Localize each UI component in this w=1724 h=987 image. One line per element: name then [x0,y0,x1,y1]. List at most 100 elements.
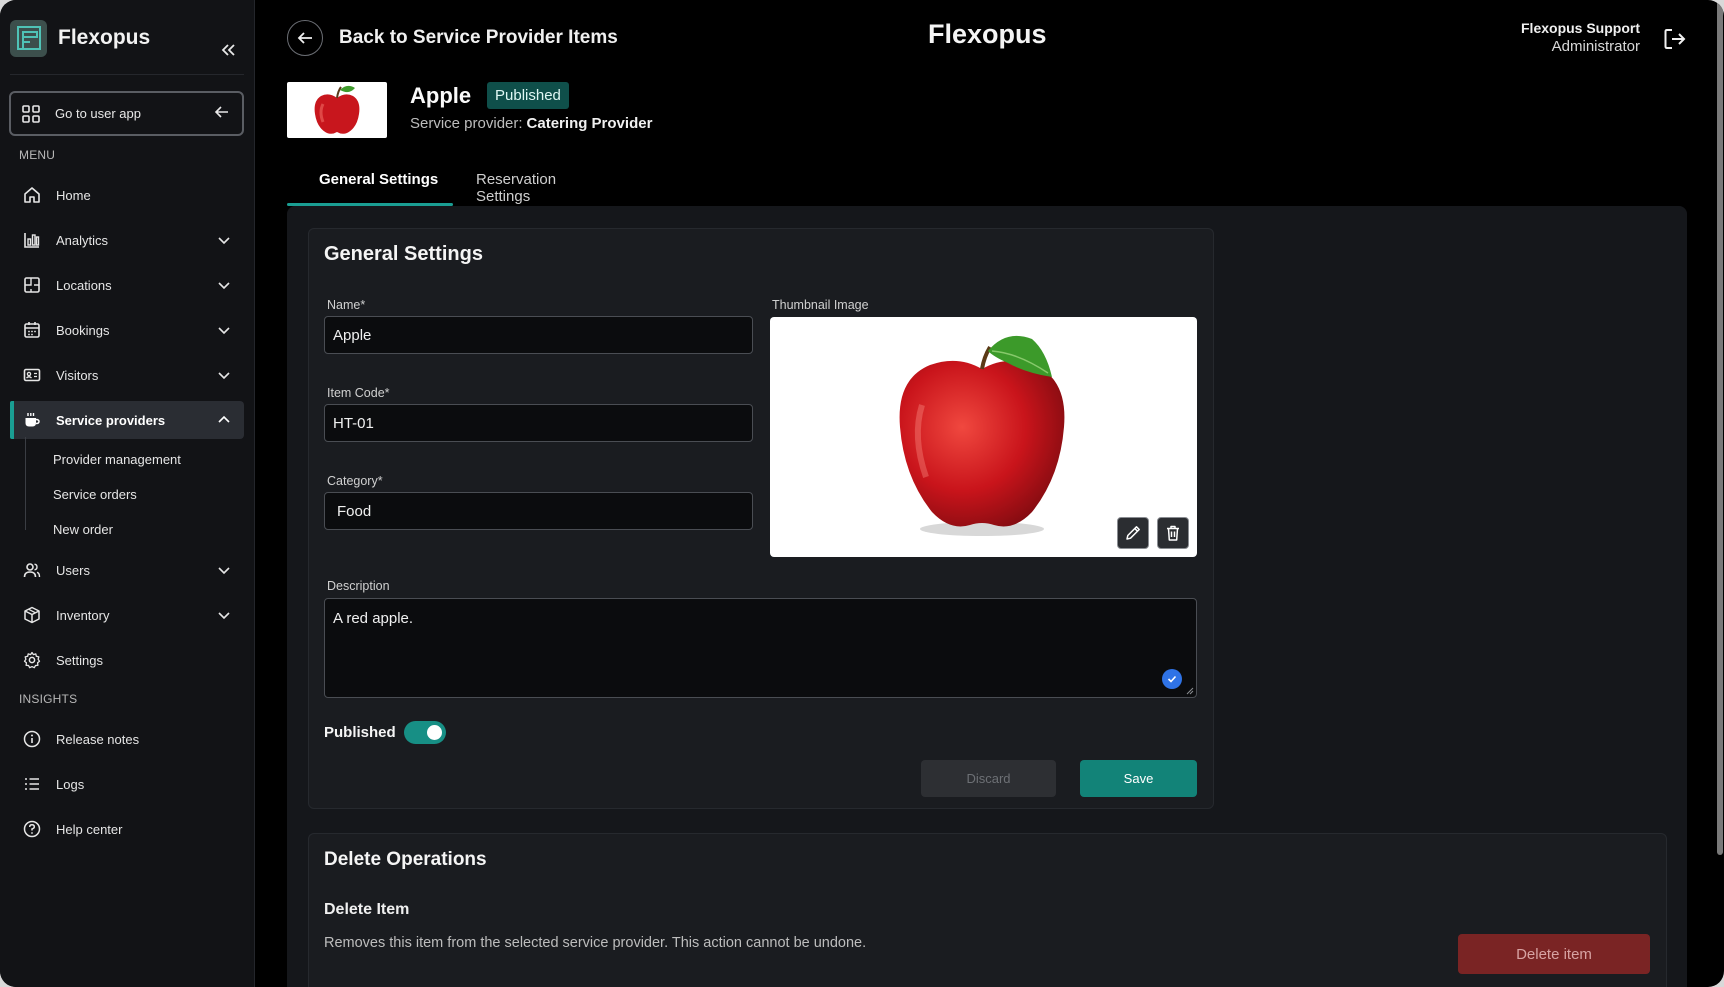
name-label: Name* [327,298,366,312]
back-to-items-link[interactable]: Back to Service Provider Items [339,27,618,49]
chevron-down-icon [216,607,232,628]
pencil-icon [1126,526,1140,540]
id-card-icon [22,365,42,385]
item-code-value: HT-01 [333,414,374,432]
sidebar-item-label: Locations [56,277,112,293]
delete-operations-title: Delete Operations [324,849,487,870]
flexopus-logo-icon [10,19,47,57]
sidebar-item-service-providers[interactable]: Service providers [10,401,244,439]
trash-icon [1167,525,1179,541]
edit-thumbnail-button[interactable] [1117,517,1149,549]
insights-section-label: INSIGHTS [19,692,78,706]
discard-button[interactable]: Discard [921,760,1056,797]
home-icon [22,185,42,205]
grid-icon [21,104,41,124]
sidebar-item-label: Settings [56,652,103,668]
chevron-up-icon [216,412,232,433]
back-button[interactable] [287,20,323,56]
chevron-down-icon [216,277,232,298]
delete-item-subtitle: Delete Item [324,901,410,918]
calendar-icon [22,320,42,340]
sidebar-item-label: Inventory [56,607,110,623]
list-icon [22,774,42,794]
provider-label: Service provider: [410,115,523,132]
brand[interactable]: Flexopus [10,19,151,57]
logout-button[interactable] [1662,26,1688,52]
checkmark-icon [1162,669,1182,689]
category-select[interactable]: Food [324,492,753,530]
collapse-sidebar-button[interactable] [216,38,240,62]
tab-general-settings[interactable]: General Settings [287,160,453,206]
chevron-down-icon [216,562,232,583]
submenu-tree-line [25,437,26,530]
thumbnail-image[interactable] [770,317,1197,557]
apple-image [314,85,360,134]
user-role: Administrator [1551,38,1640,55]
sidebar-item-label: Home [56,187,91,203]
sidebar-item-label: Logs [56,776,85,792]
tab-reservation-settings[interactable]: Reservation Settings [476,160,556,206]
brand-name: Flexopus [58,26,151,49]
item-thumbnail [287,82,387,138]
sidebar-item-home[interactable]: Home [10,176,244,214]
general-settings-title: General Settings [324,243,483,265]
go-to-user-app-button[interactable]: Go to user app [9,91,244,136]
item-name-heading: Apple [410,83,472,108]
sidebar-subitem-provider-management[interactable]: Provider management [53,452,181,467]
sidebar-subitem-service-orders[interactable]: Service orders [53,487,137,502]
gear-icon [22,650,42,670]
sidebar-item-label: Analytics [56,232,109,248]
sidebar-item-settings[interactable]: Settings [10,641,244,679]
delete-item-button[interactable]: Delete item [1458,934,1650,974]
category-value: Food [337,502,372,520]
provider-name: Catering Provider [526,115,653,132]
description-label: Description [327,579,390,593]
description-textarea[interactable]: A red apple. [324,598,1197,698]
item-code-label: Item Code* [327,386,390,400]
users-icon [22,560,42,580]
name-value: Apple [333,326,372,344]
delete-item-description: Removes this item from the selected serv… [324,935,867,951]
item-code-field[interactable]: HT-01 [324,404,753,442]
bar-chart-icon [22,230,42,250]
thumbnail-actions [1117,517,1189,549]
sidebar-item-label: Service providers [56,412,166,428]
name-field[interactable]: Apple [324,316,753,354]
chevron-down-icon [216,367,232,388]
service-provider-line: Service provider: Catering Provider [410,115,652,132]
info-icon [22,729,42,749]
arrow-left-icon [297,32,312,44]
sidebar-subitem-new-order[interactable]: New order [53,522,113,537]
sidebar-item-help-center[interactable]: Help center [10,810,244,848]
arrow-left-icon [214,104,230,125]
save-button[interactable]: Save [1080,760,1197,797]
sidebar-item-logs[interactable]: Logs [10,765,244,803]
sidebar-item-visitors[interactable]: Visitors [10,356,244,394]
delete-thumbnail-button[interactable] [1157,517,1189,549]
double-chevron-left-icon [221,44,235,56]
scrollbar[interactable] [1717,0,1723,855]
sidebar-item-locations[interactable]: Locations [10,266,244,304]
sidebar-item-label: Help center [56,821,123,837]
sidebar-divider [10,74,244,75]
box-icon [22,605,42,625]
category-label: Category* [327,474,383,488]
sidebar-item-users[interactable]: Users [10,551,244,589]
sidebar-item-bookings[interactable]: Bookings [10,311,244,349]
sidebar-item-inventory[interactable]: Inventory [10,596,244,634]
thumbnail-label: Thumbnail Image [772,298,869,312]
sidebar-item-analytics[interactable]: Analytics [10,221,244,259]
go-to-user-app-label: Go to user app [55,106,141,121]
app-window: Flexopus Go to user app MENU Home Analyt… [0,0,1724,987]
description-value: A red apple. [333,610,414,627]
sidebar: Flexopus Go to user app MENU Home Analyt… [0,0,255,987]
published-toggle[interactable] [404,721,446,744]
sidebar-item-release-notes[interactable]: Release notes [10,720,244,758]
sidebar-item-label: Release notes [56,731,140,747]
chevron-down-icon [216,322,232,343]
menu-section-label: MENU [19,148,56,162]
resize-grip-icon[interactable] [1186,687,1194,695]
help-circle-icon [22,819,42,839]
coffee-cup-icon [22,410,42,430]
user-name: Flexopus Support [1521,20,1640,36]
